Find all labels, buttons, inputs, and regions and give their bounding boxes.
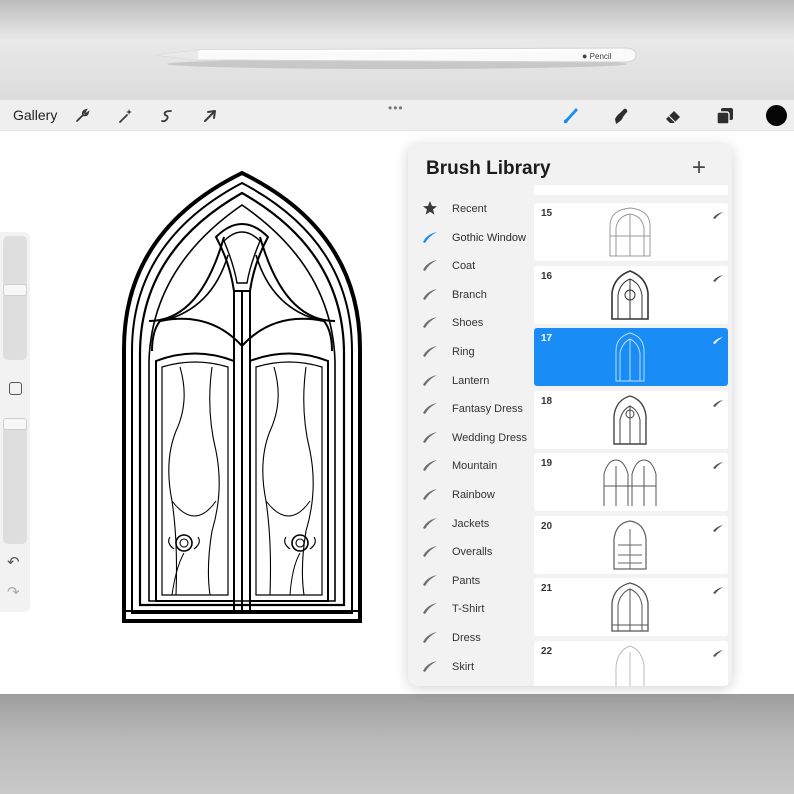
add-brush-button[interactable]: + [692,154,706,182]
brush-item[interactable]: 19 [534,453,728,511]
brush-item[interactable]: 18 [534,390,728,449]
brush-thumbnail [611,582,649,632]
magic-wand-icon[interactable] [113,104,137,128]
brush-stroke-icon [423,632,437,643]
brush-thumbnail [613,394,647,445]
brush-thumbnail [615,644,645,686]
brush-stroke-icon [423,546,437,558]
category-item[interactable]: Overalls [408,538,534,566]
brush-stroke-icon [423,260,437,272]
brush-item[interactable]: 21 [534,578,728,636]
category-item[interactable]: Skirt [408,653,534,681]
opacity-handle[interactable] [3,418,27,430]
modify-square-icon[interactable] [9,382,22,395]
opacity-slider[interactable] [3,418,27,544]
brush-item[interactable]: 22 [534,640,728,686]
ipad-screen: Gallery ••• ↶ ↷ Brush Library + Recent G… [0,100,794,694]
brush-item-partial[interactable] [534,185,728,195]
pencil-brand-label: ● Pencil [582,51,612,61]
brush-stroke-icon [423,574,437,586]
brush-stroke-icon [713,462,723,469]
category-item[interactable]: Shoes [408,309,534,337]
brush-thumbnail [615,332,645,382]
layers-icon[interactable] [713,104,737,128]
brush-thumbnail [609,207,651,257]
eraser-icon[interactable] [661,104,685,128]
transform-arrow-icon[interactable] [198,104,222,128]
category-item[interactable]: Jackets [408,510,534,538]
brush-stroke-icon [713,524,723,532]
category-item[interactable]: Rainbow [408,481,534,509]
brush-stroke-icon [713,337,723,344]
brush-stroke-icon [423,489,437,500]
brush-icon[interactable] [558,104,582,128]
category-item[interactable]: Gothic Window [408,224,534,252]
brush-stroke-icon [423,431,437,443]
brush-stroke-icon [423,603,437,615]
category-item[interactable]: Mountain [408,452,534,480]
category-item[interactable]: Ring [408,338,534,366]
category-item[interactable]: T-Shirt [408,595,534,623]
left-sidebar: ↶ ↷ [0,232,30,612]
category-item[interactable]: Branch [408,281,534,309]
category-item[interactable]: Lantern [408,367,534,395]
brush-list: 15 16 17 18 19 20 21 22 [534,185,732,686]
brush-thumbnail [613,519,647,570]
gothic-window-drawing [122,171,362,623]
brush-thumbnail [611,269,649,320]
color-picker-button[interactable] [766,105,787,126]
brush-item-selected[interactable]: 17 [534,328,728,386]
brush-stroke-icon [423,317,437,329]
brush-stroke-icon [423,517,437,529]
selection-icon[interactable] [155,104,179,128]
brush-stroke-icon [423,288,437,300]
drag-handle-dots[interactable]: ••• [388,101,404,115]
brush-item[interactable]: 15 [534,203,728,261]
brush-stroke-icon [423,231,437,243]
brush-item[interactable]: 16 [534,265,728,324]
category-item[interactable]: Fantasy Dress [408,395,534,423]
background-bottom [0,694,794,794]
undo-icon[interactable]: ↶ [7,555,20,570]
star-icon [423,201,437,215]
brush-stroke-icon [423,660,437,672]
brush-stroke-icon [423,403,437,415]
gallery-button[interactable]: Gallery [13,107,57,123]
brush-stroke-icon [713,399,723,407]
category-item[interactable]: Coat [408,252,534,280]
brush-stroke-icon [713,649,723,657]
brush-library-panel: Brush Library + Recent Gothic Window Coa… [408,144,732,686]
redo-icon[interactable]: ↷ [7,585,20,600]
brush-stroke-icon [423,374,437,386]
panel-title: Brush Library [426,158,551,179]
category-item[interactable]: Dress [408,624,534,652]
brush-stroke-icon [713,274,723,282]
apple-pencil-image [156,47,637,69]
category-item[interactable]: Recent [408,195,534,223]
top-toolbar: Gallery ••• [0,100,794,131]
brush-thumbnail [603,459,657,506]
category-item[interactable]: Pants [408,567,534,595]
category-item[interactable]: Wedding Dress [408,424,534,452]
wrench-icon[interactable] [70,104,94,128]
smudge-icon[interactable] [609,104,633,128]
brush-stroke-icon [423,460,437,472]
brush-size-handle[interactable] [3,284,27,296]
brush-stroke-icon [713,587,723,594]
brush-stroke-icon [423,346,437,357]
brush-item[interactable]: 20 [534,515,728,574]
brush-stroke-icon [713,212,723,219]
brush-size-slider[interactable] [3,236,27,360]
